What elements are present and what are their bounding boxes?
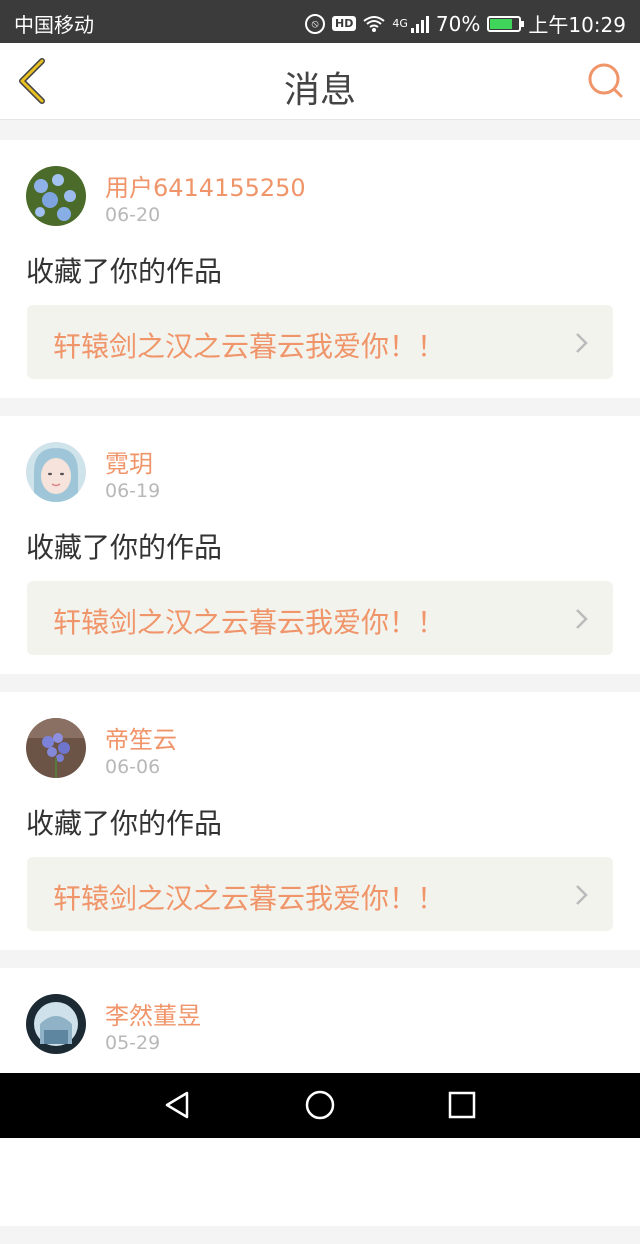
nav-recents-icon[interactable] [447, 1090, 477, 1120]
work-link[interactable]: 轩辕剑之汉之云暮云我爱你！！ [27, 581, 613, 655]
avatar-portrait-image [26, 442, 86, 502]
message-date: 05-29 [105, 1032, 161, 1054]
message-action-text: 收藏了你的作品 [26, 255, 223, 288]
username-link[interactable]: 用户6414155250 [105, 168, 306, 203]
avatar-flowers-image [26, 166, 86, 226]
chevron-right-icon [576, 609, 588, 629]
chevron-right-icon [576, 885, 588, 905]
signal-icon [410, 15, 429, 33]
username-link[interactable]: 帝笙云 [105, 720, 177, 755]
carrier-label: 中国移动 [14, 13, 94, 37]
username-link[interactable]: 李然董昱 [105, 996, 201, 1031]
work-title: 轩辕剑之汉之云暮云我爱你！！ [53, 606, 446, 639]
avatar[interactable] [26, 166, 86, 226]
avatar-hyacinth-image [26, 718, 86, 778]
nav-back-icon[interactable] [163, 1090, 193, 1120]
battery-icon [487, 15, 525, 32]
wifi-icon [363, 15, 385, 32]
search-icon[interactable] [586, 61, 626, 101]
hd-icon: HD [332, 16, 357, 31]
chevron-right-icon [576, 333, 588, 353]
work-title: 轩辕剑之汉之云暮云我爱你！！ [53, 882, 446, 915]
page-title: 消息 [283, 70, 356, 111]
message-action-text: 收藏了你的作品 [26, 531, 223, 564]
clock: 上午10:29 [528, 13, 626, 37]
avatar[interactable] [26, 442, 86, 502]
vibrate-icon: ⦸ [305, 13, 326, 34]
nav-home-icon[interactable] [305, 1090, 335, 1120]
app-header: 消息 [0, 43, 640, 120]
avatar-image [26, 994, 86, 1054]
system-nav-bar [0, 1073, 640, 1138]
message-date: 06-06 [105, 756, 161, 778]
username-link[interactable]: 霓玥 [105, 444, 153, 479]
work-title: 轩辕剑之汉之云暮云我爱你！！ [53, 330, 446, 363]
message-card: 霓玥 06-19 收藏了你的作品 轩辕剑之汉之云暮云我爱你！！ [0, 416, 640, 674]
status-icons: ⦸ HD 4G 70% 上午10:29 [305, 9, 626, 38]
avatar[interactable] [26, 718, 86, 778]
message-card: 用户6414155250 06-20 收藏了你的作品 轩辕剑之汉之云暮云我爱你！… [0, 140, 640, 398]
work-link[interactable]: 轩辕剑之汉之云暮云我爱你！！ [27, 305, 613, 379]
message-date: 06-20 [105, 204, 161, 226]
network-type-label: 4G [392, 17, 408, 30]
battery-percent: 70% [435, 11, 481, 36]
work-link[interactable]: 轩辕剑之汉之云暮云我爱你！！ [27, 857, 613, 931]
message-action-text: 收藏了你的作品 [26, 807, 223, 840]
avatar[interactable] [26, 994, 86, 1054]
message-card: 帝笙云 06-06 收藏了你的作品 轩辕剑之汉之云暮云我爱你！！ [0, 692, 640, 950]
status-bar: 中国移动 ⦸ HD 4G 70% 上午10:29 [0, 0, 640, 43]
message-date: 06-19 [105, 480, 161, 502]
